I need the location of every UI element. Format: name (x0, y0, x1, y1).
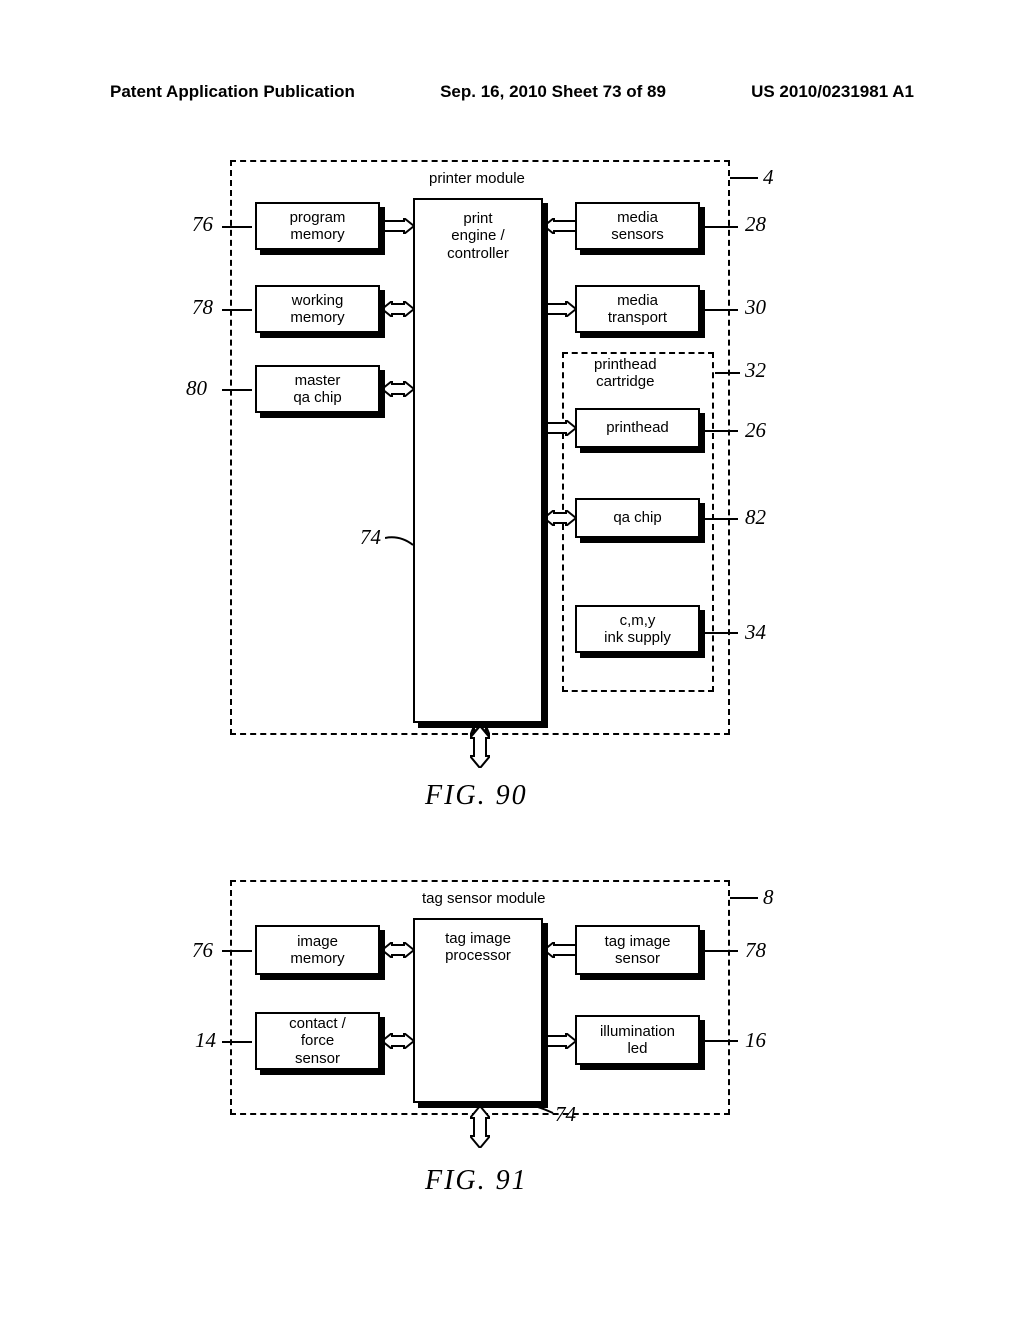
ref-26: 26 (745, 418, 766, 443)
fig-91-diagram: tag sensor module tag image processor im… (0, 870, 1024, 1250)
fig-91-caption: FIG. 91 (425, 1165, 528, 1197)
ref-14: 14 (195, 1028, 216, 1053)
working-memory-label: working memory (290, 292, 344, 327)
printhead-box: printhead (575, 408, 700, 448)
ref-34: 34 (745, 620, 766, 645)
ref-16: 16 (745, 1028, 766, 1053)
leader-78 (222, 309, 252, 311)
page-header: Patent Application Publication Sep. 16, … (0, 82, 1024, 102)
image-memory-box: image memory (255, 925, 380, 975)
tag-sensor-module-title: tag sensor module (418, 890, 549, 907)
leader-16 (703, 1040, 738, 1042)
arrow-tag-sensor-to-processor (544, 942, 576, 958)
ref-32: 32 (745, 358, 766, 383)
printhead-label: printhead (606, 419, 669, 436)
header-center: Sep. 16, 2010 Sheet 73 of 89 (440, 82, 666, 102)
leader-30 (703, 309, 738, 311)
tag-image-sensor-box: tag image sensor (575, 925, 700, 975)
leader-8-91 (730, 897, 758, 899)
arrow-program-to-engine (382, 218, 414, 234)
media-transport-box: media transport (575, 285, 700, 333)
leader-78-91 (703, 950, 738, 952)
illumination-led-box: illumination led (575, 1015, 700, 1065)
arrow-processor-to-led (544, 1033, 576, 1049)
header-left: Patent Application Publication (110, 82, 355, 102)
ref-28: 28 (745, 212, 766, 237)
ref-4: 4 (763, 165, 774, 190)
illumination-led-label: illumination led (600, 1023, 675, 1058)
master-qa-chip-box: master qa chip (255, 365, 380, 413)
ref-30: 30 (745, 295, 766, 320)
print-engine-controller-label: print engine / controller (447, 210, 509, 262)
leader-4 (730, 177, 758, 179)
program-memory-box: program memory (255, 202, 380, 250)
print-engine-controller-box: print engine / controller (413, 198, 543, 723)
media-sensors-box: media sensors (575, 202, 700, 250)
tag-image-sensor-label: tag image sensor (605, 933, 671, 968)
working-memory-box: working memory (255, 285, 380, 333)
arrow-working-engine (382, 301, 414, 317)
arrow-image-memory-processor (382, 942, 414, 958)
leader-28 (703, 226, 738, 228)
media-sensors-label: media sensors (611, 209, 664, 244)
printhead-cartridge-title: printhead cartridge (590, 357, 661, 390)
leader-76-91 (222, 950, 252, 952)
tag-image-processor-label: tag image processor (445, 930, 511, 965)
header-right: US 2010/0231981 A1 (751, 82, 914, 102)
leader-80 (222, 389, 252, 391)
arrow-engine-qa-chip (544, 510, 576, 526)
arrow-tag-module-down (470, 1106, 490, 1148)
ref-82: 82 (745, 505, 766, 530)
arrow-engine-to-transport (544, 301, 576, 317)
ref-80: 80 (186, 376, 207, 401)
arrow-contact-processor (382, 1033, 414, 1049)
ref-78-91: 78 (745, 938, 766, 963)
contact-force-sensor-box: contact / force sensor (255, 1012, 380, 1070)
leader-34 (703, 632, 738, 634)
ref-76: 76 (192, 212, 213, 237)
leader-14 (222, 1041, 252, 1043)
ref-74-91: 74 (555, 1102, 576, 1127)
arrow-master-qa-engine (382, 381, 414, 397)
leader-76 (222, 226, 252, 228)
ref-8: 8 (763, 885, 774, 910)
media-transport-label: media transport (608, 292, 667, 327)
qa-chip-box: qa chip (575, 498, 700, 538)
arrow-sensors-to-engine (544, 218, 576, 234)
arrow-engine-to-printhead (544, 420, 576, 436)
ref-76-91: 76 (192, 938, 213, 963)
leader-32 (715, 372, 740, 374)
printer-module-title: printer module (425, 170, 529, 187)
contact-force-sensor-label: contact / force sensor (289, 1015, 346, 1067)
arrow-module-down (470, 726, 490, 768)
tag-image-processor-box: tag image processor (413, 918, 543, 1103)
ref-78: 78 (192, 295, 213, 320)
master-qa-chip-label: master qa chip (293, 372, 341, 407)
image-memory-label: image memory (290, 933, 344, 968)
leader-26 (703, 430, 738, 432)
ink-supply-box: c,m,y ink supply (575, 605, 700, 653)
leader-74 (385, 530, 415, 550)
fig-90-diagram: printer module print engine / controller… (0, 150, 1024, 830)
qa-chip-label: qa chip (613, 509, 661, 526)
leader-82 (703, 518, 738, 520)
ink-supply-label: c,m,y ink supply (604, 612, 671, 647)
program-memory-label: program memory (290, 209, 346, 244)
fig-90-caption: FIG. 90 (425, 780, 528, 812)
ref-74: 74 (360, 525, 381, 550)
